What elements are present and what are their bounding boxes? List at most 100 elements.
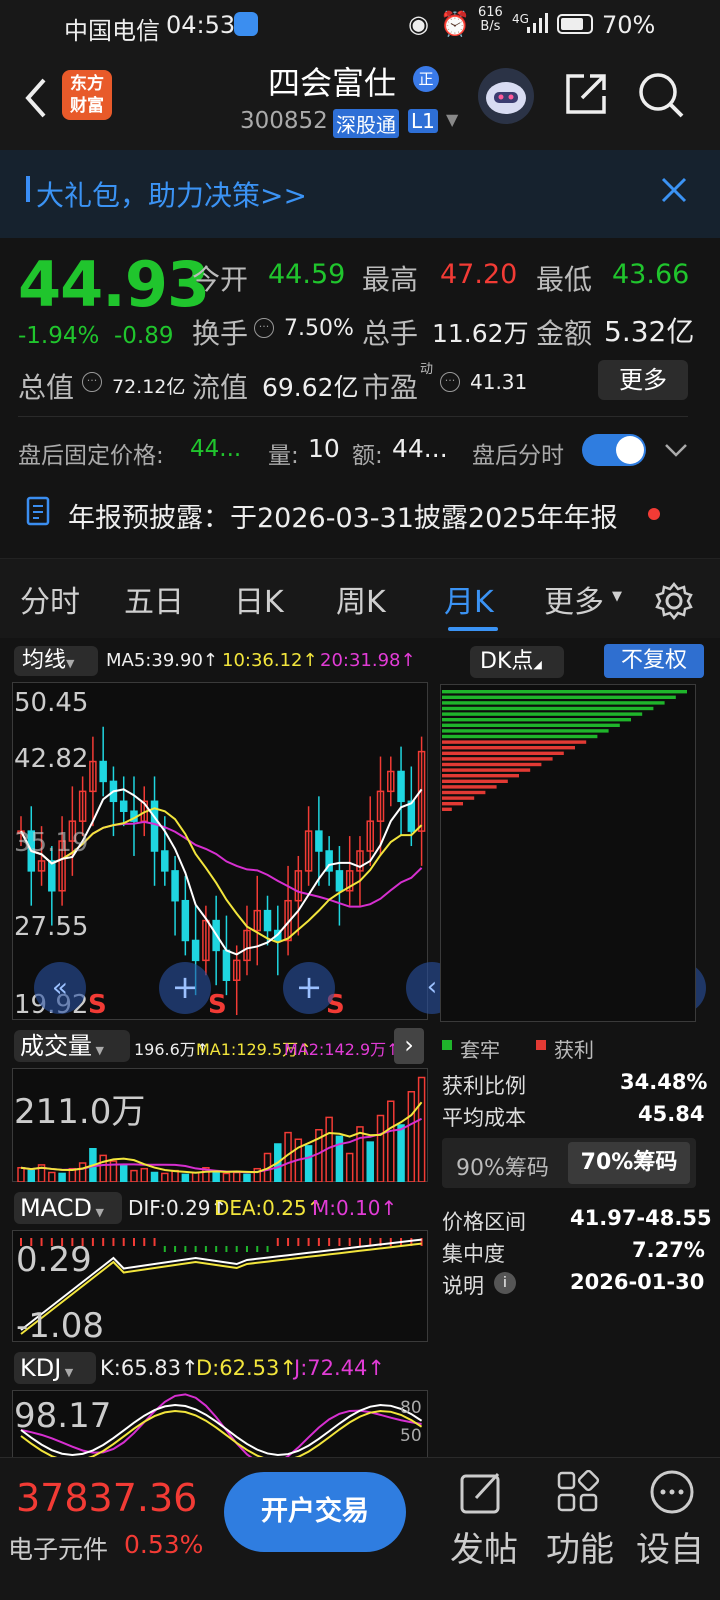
level1-tag: L1 bbox=[408, 109, 438, 133]
more-button[interactable]: 更多 bbox=[598, 360, 688, 400]
volume-bar bbox=[58, 1172, 66, 1182]
badge-icon: 正 bbox=[413, 66, 439, 92]
axis-label-2: 42.82 bbox=[14, 744, 89, 774]
sell-marker[interactable]: S bbox=[208, 990, 227, 1020]
turnover-label: 换手 bbox=[192, 317, 249, 350]
zoom-in-icon[interactable]: + bbox=[159, 962, 211, 1014]
stock-code: 300852 bbox=[240, 108, 328, 134]
kdj-ref-50: 50 bbox=[400, 1426, 422, 1446]
promo-banner[interactable]: 大礼包，助力决策>> bbox=[0, 150, 720, 238]
chip-bar bbox=[442, 785, 497, 789]
float-value: 69.62亿 bbox=[262, 373, 359, 402]
concentration: 7.27% bbox=[632, 1238, 705, 1262]
volume-bar bbox=[397, 1124, 405, 1182]
quote-panel: 44.93 -1.94% -0.89 今开 44.59 最高 47.20 最低 … bbox=[0, 238, 720, 558]
banner-marker bbox=[26, 176, 30, 202]
open-label: 今开 bbox=[192, 263, 249, 296]
adjust-button[interactable]: 不复权 bbox=[604, 644, 704, 678]
post-label[interactable]: 发帖 bbox=[450, 1522, 518, 1571]
tab-monthly-k[interactable]: 月K bbox=[444, 577, 494, 621]
kdj-k: K:65.83↑ bbox=[100, 1356, 199, 1380]
more-dots-icon[interactable] bbox=[648, 1468, 696, 1516]
after-hours-toggle[interactable] bbox=[582, 434, 646, 466]
ma-selector[interactable]: 均线▼ bbox=[14, 646, 98, 676]
low-label: 最低 bbox=[536, 263, 593, 296]
change-pct: -1.94% bbox=[18, 323, 100, 349]
function-label[interactable]: 功能 bbox=[546, 1522, 614, 1571]
mcap-label: 总值 bbox=[18, 371, 75, 404]
sell-marker[interactable]: S bbox=[88, 990, 107, 1020]
info-icon[interactable]: i bbox=[494, 1272, 516, 1294]
chip-bar bbox=[442, 807, 452, 811]
eastmoney-logo[interactable]: 东方 财富 bbox=[62, 70, 112, 120]
float-label: 流值 bbox=[192, 371, 249, 404]
volume-bar bbox=[119, 1164, 128, 1182]
concentration-label: 集中度 bbox=[442, 1242, 505, 1266]
tab-daily-k[interactable]: 日K bbox=[234, 577, 284, 621]
chip-bar bbox=[442, 718, 631, 722]
alarm-icon: ⏰ bbox=[440, 10, 470, 38]
volume-indicator-selector[interactable]: 成交量 ▼ bbox=[14, 1030, 130, 1062]
legend-trapped-swatch bbox=[442, 1040, 452, 1050]
kdj-ref-80: 80 bbox=[400, 1398, 422, 1418]
after-vol: 10 bbox=[308, 434, 340, 463]
share-icon[interactable] bbox=[562, 70, 610, 118]
chip-bar bbox=[442, 757, 553, 761]
kdj-selector[interactable]: KDJ ▼ bbox=[14, 1352, 96, 1384]
tab-weekly-k[interactable]: 周K bbox=[336, 577, 386, 621]
chip-bar bbox=[442, 779, 508, 783]
candle-body bbox=[99, 760, 107, 783]
info-dots-icon[interactable]: ··· bbox=[82, 372, 102, 392]
after-vol-label: 量: bbox=[268, 443, 299, 469]
chip-bar bbox=[442, 774, 519, 778]
clock: 04:53 bbox=[166, 11, 236, 39]
dk-point-selector[interactable]: DK点◢ bbox=[470, 646, 564, 678]
chip-tab-70[interactable]: 70%筹码 bbox=[568, 1142, 690, 1184]
robot-assistant-icon[interactable] bbox=[478, 68, 534, 124]
settings-label[interactable]: 设自 bbox=[636, 1522, 704, 1571]
kdj-axis-label: 98.17 bbox=[14, 1396, 112, 1436]
profit-ratio-label: 获利比例 bbox=[442, 1074, 526, 1098]
macd-selector[interactable]: MACD ▼ bbox=[14, 1192, 122, 1224]
chip-bar bbox=[442, 734, 598, 739]
zoom-in-icon[interactable]: + bbox=[283, 962, 335, 1014]
tab-more[interactable]: 更多 bbox=[544, 577, 604, 621]
notice-text[interactable]: 年报预披露：于2026-03-31披露2025年年报 bbox=[68, 496, 618, 535]
avg-cost-label: 平均成本 bbox=[442, 1106, 526, 1130]
chip-tab-90[interactable]: 90%筹码 bbox=[456, 1150, 549, 1182]
expand-right-icon[interactable]: › bbox=[394, 1028, 424, 1064]
settings-icon[interactable] bbox=[654, 581, 694, 621]
banner-text[interactable]: 大礼包，助力决策>> bbox=[36, 174, 307, 214]
candle-body bbox=[222, 949, 231, 981]
chip-distribution-chart bbox=[440, 684, 696, 1022]
kdj-j: J:72.44↑ bbox=[294, 1356, 385, 1380]
kdj-d: D:62.53↑ bbox=[196, 1356, 297, 1380]
candle-body bbox=[171, 870, 179, 902]
info-dots-icon[interactable]: ··· bbox=[254, 318, 274, 338]
tab-five-day[interactable]: 五日 bbox=[124, 577, 184, 621]
chevron-down-icon[interactable] bbox=[664, 440, 688, 460]
close-icon[interactable] bbox=[660, 176, 688, 204]
candle-body bbox=[48, 860, 56, 892]
ma5-value: MA5:39.90↑ bbox=[106, 650, 218, 671]
back-icon[interactable] bbox=[14, 68, 54, 128]
open-value: 44.59 bbox=[268, 259, 346, 290]
divider bbox=[18, 416, 688, 417]
ma20-value: 20:31.98↑ bbox=[320, 650, 416, 671]
chip-date: 2026-01-30 bbox=[570, 1270, 705, 1294]
info-dots-icon[interactable]: ··· bbox=[440, 372, 460, 392]
search-icon[interactable] bbox=[636, 70, 686, 120]
mcap-value: 72.12亿 bbox=[112, 376, 186, 398]
index-value[interactable]: 37837.36 bbox=[16, 1476, 197, 1520]
app-notify-icon bbox=[234, 12, 258, 36]
dropdown-icon[interactable]: ▼ bbox=[446, 110, 458, 129]
volume-label: 总手 bbox=[362, 317, 419, 350]
tab-intraday[interactable]: 分时 bbox=[20, 577, 80, 621]
function-grid-icon[interactable] bbox=[556, 1469, 600, 1514]
volume-axis-label: 211.0万 bbox=[14, 1092, 146, 1132]
rewind-icon[interactable]: « bbox=[34, 962, 86, 1014]
open-account-button[interactable]: 开户交易 bbox=[224, 1472, 406, 1552]
post-edit-icon[interactable] bbox=[458, 1468, 506, 1516]
high-value: 47.20 bbox=[440, 259, 518, 290]
legend-profit-swatch bbox=[536, 1040, 546, 1050]
